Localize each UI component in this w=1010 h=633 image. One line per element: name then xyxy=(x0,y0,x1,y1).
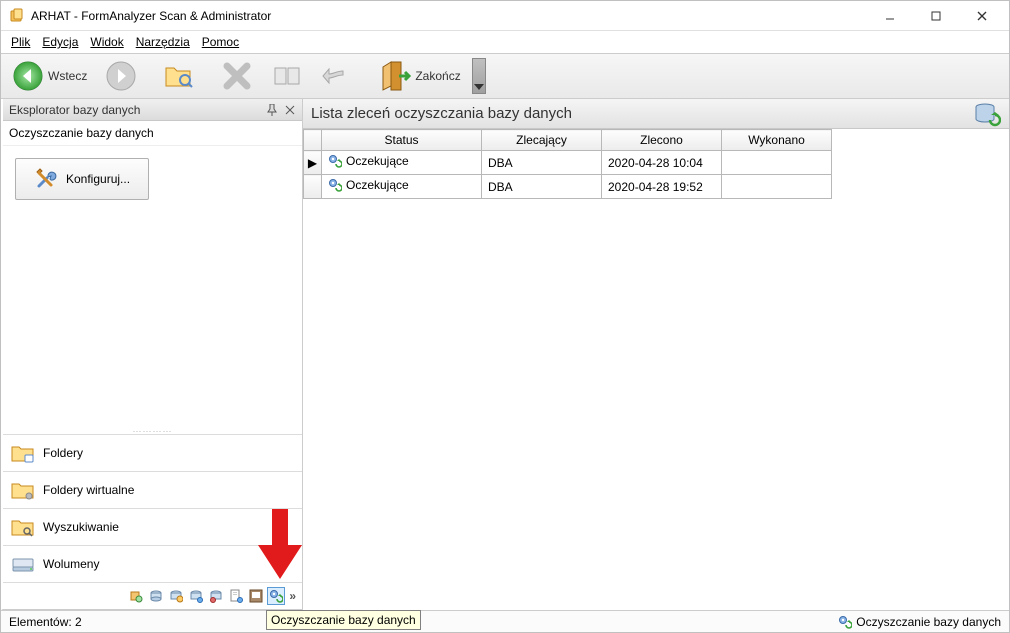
maximize-button[interactable] xyxy=(913,2,959,30)
sidebar-toolstrip: » xyxy=(3,582,302,609)
sidebar: Eksplorator bazy danych Oczyszczanie baz… xyxy=(1,99,303,610)
sidebar-item-foldery[interactable]: Foldery xyxy=(3,434,302,471)
cell-status: Oczekujące xyxy=(346,154,409,168)
status-left: Elementów: 2 xyxy=(9,615,838,629)
cell-wykonano xyxy=(722,151,832,175)
sidebar-item-label: Foldery xyxy=(43,446,83,460)
col-status[interactable]: Status xyxy=(322,130,482,151)
main-area: Eksplorator bazy danych Oczyszczanie baz… xyxy=(1,99,1009,610)
drive-icon xyxy=(11,554,35,574)
sidebar-item-foldery-wirtualne[interactable]: Foldery wirtualne xyxy=(3,471,302,508)
back-label: Wstecz xyxy=(48,69,87,83)
menu-widok[interactable]: Widok xyxy=(84,33,129,51)
exit-label: Zakończ xyxy=(415,69,460,83)
cell-zlecajacy: DBA xyxy=(482,175,602,199)
table-row[interactable]: Oczekujące DBA 2020-04-28 19:52 xyxy=(304,175,832,199)
sidebar-item-label: Wolumeny xyxy=(43,557,99,571)
status-right-label: Oczyszczanie bazy danych xyxy=(856,615,1001,629)
configure-button[interactable]: Konfiguruj... xyxy=(15,158,149,200)
folder-icon xyxy=(11,443,35,463)
delete-button[interactable] xyxy=(214,56,260,96)
title-bar: ARHAT - FormAnalyzer Scan & Administrato… xyxy=(1,1,1009,31)
mini-btn-3[interactable] xyxy=(167,587,185,605)
gear-refresh-icon xyxy=(838,615,852,629)
undo-button[interactable] xyxy=(314,56,360,96)
sidebar-item-label: Wyszukiwanie xyxy=(43,520,119,534)
content-area: Lista zleceń oczyszczania bazy danych xyxy=(303,99,1009,610)
menu-bar: Plik Edycja Widok Narzędzia Pomoc xyxy=(1,31,1009,53)
db-refresh-icon[interactable] xyxy=(971,101,1001,127)
menu-pomoc[interactable]: Pomoc xyxy=(196,33,245,51)
mini-btn-5[interactable] xyxy=(207,587,225,605)
search-folder-icon xyxy=(11,517,35,537)
cell-zlecono: 2020-04-28 19:52 xyxy=(602,175,722,199)
mini-btn-4[interactable] xyxy=(187,587,205,605)
mini-btn-7[interactable] xyxy=(247,587,265,605)
panels-button[interactable] xyxy=(264,56,310,96)
mini-btn-2[interactable] xyxy=(147,587,165,605)
content-title: Lista zleceń oczyszczania bazy danych xyxy=(311,105,971,122)
tools-icon xyxy=(34,167,58,191)
sidebar-nav: Foldery Foldery wirtualne Wyszukiwanie xyxy=(3,434,302,582)
col-wykonano[interactable]: Wykonano xyxy=(722,130,832,151)
minimize-button[interactable] xyxy=(867,2,913,30)
sidebar-item-label: Foldery wirtualne xyxy=(43,483,134,497)
gear-refresh-icon xyxy=(328,178,342,192)
toolstrip-overflow[interactable]: » xyxy=(287,589,298,603)
status-bar: Elementów: 2 Oczyszczanie bazy danych xyxy=(1,610,1009,632)
sidebar-title: Eksplorator bazy danych xyxy=(9,103,262,117)
cell-zlecono: 2020-04-28 10:04 xyxy=(602,151,722,175)
gear-refresh-icon xyxy=(269,589,283,603)
pin-icon[interactable] xyxy=(264,102,280,118)
menu-plik[interactable]: Plik xyxy=(5,33,36,51)
toolbar-overflow[interactable] xyxy=(472,58,486,94)
col-zlecono[interactable]: Zlecono xyxy=(602,130,722,151)
configure-label: Konfiguruj... xyxy=(66,172,130,186)
col-zlecajacy[interactable]: Zlecający xyxy=(482,130,602,151)
cell-status: Oczekujące xyxy=(346,178,409,192)
app-icon xyxy=(9,8,25,24)
sidebar-subhead: Oczyszczanie bazy danych xyxy=(3,121,302,146)
mini-btn-1[interactable] xyxy=(127,587,145,605)
open-folder-button[interactable] xyxy=(156,56,202,96)
sidebar-item-wyszukiwanie[interactable]: Wyszukiwanie xyxy=(3,508,302,545)
cell-wykonano xyxy=(722,175,832,199)
table-header-row: Status Zlecający Zlecono Wykonano xyxy=(304,130,832,151)
mini-btn-cleanup[interactable] xyxy=(267,587,285,605)
row-indicator: ▶ xyxy=(304,151,322,175)
sidebar-header: Eksplorator bazy danych xyxy=(3,99,302,121)
menu-narzedzia[interactable]: Narzędzia xyxy=(130,33,196,51)
window-title: ARHAT - FormAnalyzer Scan & Administrato… xyxy=(31,9,867,23)
content-header: Lista zleceń oczyszczania bazy danych xyxy=(303,99,1009,129)
table-row[interactable]: ▶ Oczekujące DBA 2020-04-28 10:04 xyxy=(304,151,832,175)
exit-button[interactable]: Zakończ xyxy=(372,56,467,96)
grid-area: Status Zlecający Zlecono Wykonano ▶ Ocze… xyxy=(303,129,1009,199)
forward-button[interactable] xyxy=(98,56,144,96)
orders-table[interactable]: Status Zlecający Zlecono Wykonano ▶ Ocze… xyxy=(303,129,832,199)
mini-btn-6[interactable] xyxy=(227,587,245,605)
sidebar-item-wolumeny[interactable]: Wolumeny xyxy=(3,545,302,582)
close-button[interactable] xyxy=(959,2,1005,30)
back-button[interactable]: Wstecz xyxy=(5,56,94,96)
sidebar-body: Konfiguruj... xyxy=(3,146,302,212)
cell-zlecajacy: DBA xyxy=(482,151,602,175)
close-pane-icon[interactable] xyxy=(282,102,298,118)
gear-refresh-icon xyxy=(328,154,342,168)
main-toolbar: Wstecz xyxy=(1,53,1009,99)
status-right: Oczyszczanie bazy danych xyxy=(838,615,1001,629)
folder-virtual-icon xyxy=(11,480,35,500)
menu-edycja[interactable]: Edycja xyxy=(36,33,84,51)
tooltip: Oczyszczanie bazy danych xyxy=(266,610,421,630)
